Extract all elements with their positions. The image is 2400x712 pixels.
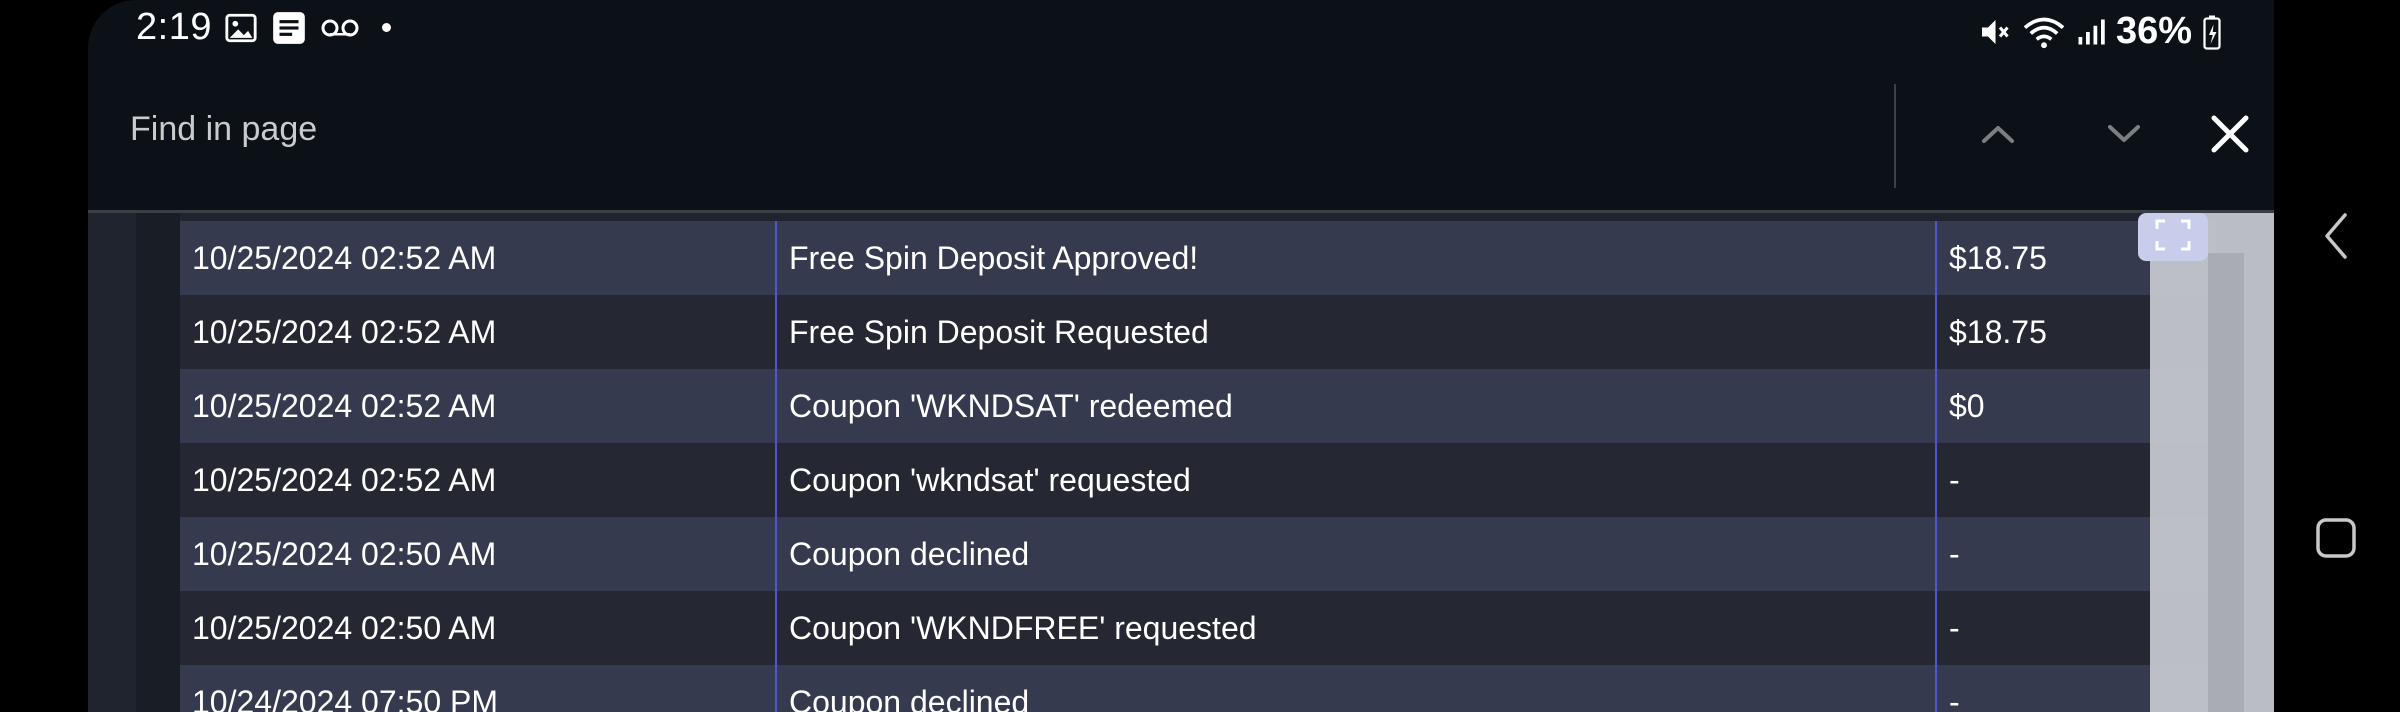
back-chevron-icon xyxy=(2321,211,2351,266)
table-row: 10/25/2024 02:52 AM Coupon 'WKNDSAT' red… xyxy=(180,369,2216,443)
description-cell: Coupon 'wkndsat' requested xyxy=(777,443,1937,517)
description-cell: Coupon 'WKNDSAT' redeemed xyxy=(777,369,1937,443)
amount-cell: $0 xyxy=(1949,387,1985,424)
table-row: 10/25/2024 02:52 AM Free Spin Deposit Ap… xyxy=(180,221,2216,295)
amount-cell: - xyxy=(1949,683,1960,712)
date-cell: 10/25/2024 02:50 AM xyxy=(180,517,777,591)
date-cell: 10/25/2024 02:52 AM xyxy=(180,295,777,369)
find-next-button[interactable] xyxy=(2084,96,2164,176)
status-left: 2:19 xyxy=(136,6,391,49)
battery-charging-icon xyxy=(2202,14,2222,50)
date-cell: 10/25/2024 02:52 AM xyxy=(180,369,777,443)
home-button[interactable] xyxy=(2296,500,2376,580)
page-content: 10/25/2024 02:52 AM Free Spin Deposit Ap… xyxy=(88,213,2274,712)
navigation-bar xyxy=(2274,0,2400,712)
image-icon xyxy=(224,11,258,45)
amount-cell: - xyxy=(1949,609,1960,646)
voicemail-icon xyxy=(320,16,360,40)
find-input[interactable]: Find in page xyxy=(130,110,317,149)
description-cell: Coupon declined xyxy=(777,517,1937,591)
amount-cell: $18.75 xyxy=(1949,239,2047,276)
transactions-table: 10/25/2024 02:52 AM Free Spin Deposit Ap… xyxy=(180,221,2216,712)
date-cell: 10/25/2024 02:50 AM xyxy=(180,591,777,665)
table-row: 10/25/2024 02:52 AM Free Spin Deposit Re… xyxy=(180,295,2216,369)
description-cell: Free Spin Deposit Requested xyxy=(777,295,1937,369)
description-cell: Free Spin Deposit Approved! xyxy=(777,221,1937,295)
chevron-down-icon xyxy=(2106,123,2142,150)
amount-cell: - xyxy=(1949,461,1960,498)
find-close-button[interactable] xyxy=(2190,96,2270,176)
date-cell: 10/25/2024 02:52 AM xyxy=(180,221,777,295)
date-cell: 10/25/2024 02:52 AM xyxy=(180,443,777,517)
scrollbar-track[interactable] xyxy=(2208,253,2244,712)
table-row: 10/25/2024 02:50 AM Coupon declined - xyxy=(180,517,2216,591)
find-divider xyxy=(1894,84,1896,188)
description-cell: Coupon declined xyxy=(777,665,1937,712)
page-margin xyxy=(136,213,180,712)
table-row: 10/25/2024 02:50 AM Coupon 'WKNDFREE' re… xyxy=(180,591,2216,665)
description-cell: Coupon 'WKNDFREE' requested xyxy=(777,591,1937,665)
find-in-page-bar: Find in page xyxy=(88,62,2274,213)
browser-window: 2:19 36% Find in page 10/25/2024 02:52 A… xyxy=(88,0,2274,712)
wifi-icon xyxy=(2022,14,2066,50)
status-bar: 2:19 36% xyxy=(88,0,2274,62)
message-icon xyxy=(270,9,308,47)
signal-icon xyxy=(2076,17,2106,47)
battery-percent: 36% xyxy=(2115,10,2192,52)
amount-cell: $18.75 xyxy=(1949,313,2047,350)
date-cell: 10/24/2024 07:50 PM xyxy=(180,665,777,712)
clock: 2:19 xyxy=(136,6,212,48)
back-button[interactable] xyxy=(2296,198,2376,278)
home-square-icon xyxy=(2315,517,2357,564)
status-right: 36% xyxy=(1976,10,2222,53)
mute-icon xyxy=(1976,14,2012,50)
find-previous-button[interactable] xyxy=(1958,96,2038,176)
chevron-up-icon xyxy=(1980,123,2016,150)
table-row: 10/25/2024 02:52 AM Coupon 'wkndsat' req… xyxy=(180,443,2216,517)
table-row: 10/24/2024 07:50 PM Coupon declined - xyxy=(180,665,2216,712)
amount-cell: - xyxy=(1949,535,1960,572)
close-icon xyxy=(2209,113,2251,160)
notification-dot-icon xyxy=(381,23,391,32)
fullscreen-button[interactable] xyxy=(2138,213,2208,261)
expand-icon xyxy=(2153,217,2193,258)
